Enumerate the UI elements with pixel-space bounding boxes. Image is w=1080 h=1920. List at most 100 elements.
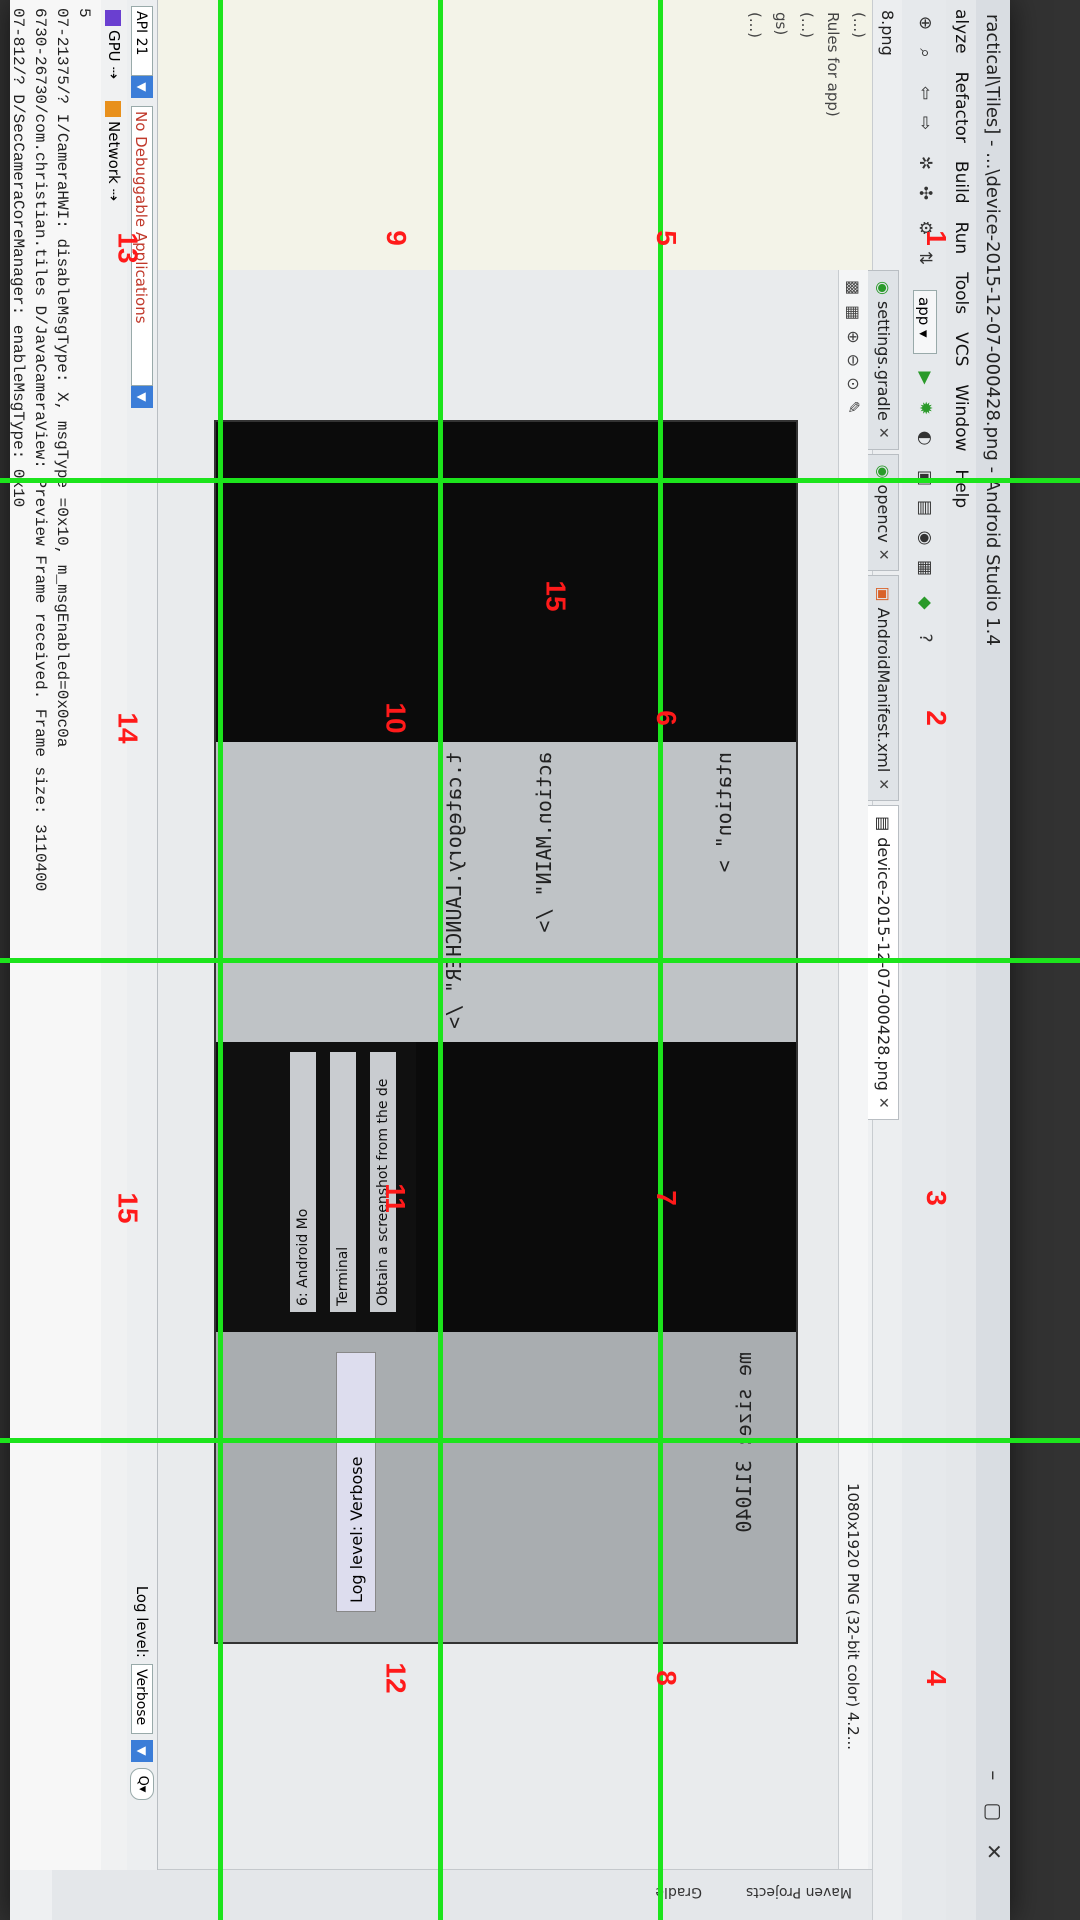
image-info: 1080x1920 PNG (32-bit color) 4.2... bbox=[844, 1482, 863, 1750]
monitor-tab-label: GPU bbox=[105, 30, 123, 62]
task-button: Terminal bbox=[330, 1052, 356, 1312]
run-icon[interactable]: ▶ bbox=[912, 365, 938, 391]
grid-label: 8 bbox=[650, 1670, 682, 1686]
close-icon[interactable]: ✕ bbox=[868, 427, 898, 439]
chevron-down-icon[interactable]: ▼ bbox=[131, 386, 153, 408]
grid-label: 7 bbox=[650, 1190, 682, 1206]
maven-projects-tab[interactable]: Maven Projects bbox=[746, 1884, 852, 1900]
android-monitor-panel: API 21 ▼ No Debuggable Applications ▼ Lo… bbox=[10, 0, 158, 1870]
project-tree-item[interactable]: (...) bbox=[794, 0, 820, 270]
close-icon[interactable]: ✕ bbox=[868, 549, 898, 561]
search-icon[interactable]: Q▾ bbox=[130, 1768, 154, 1800]
grid-label: 13 bbox=[112, 232, 144, 264]
monitor-tab-label: Network bbox=[105, 121, 123, 184]
zoom-in-icon[interactable]: ⊕ bbox=[844, 330, 863, 343]
menu-refactor[interactable]: Refactor bbox=[951, 72, 971, 143]
move-icon[interactable]: ✣ bbox=[912, 180, 938, 206]
close-icon[interactable]: ✕ bbox=[868, 1097, 898, 1109]
tab-opencv[interactable]: ◉ opencv ✕ bbox=[868, 453, 899, 572]
gradle-icon: ◉ bbox=[874, 281, 893, 295]
grid-label: 12 bbox=[380, 1662, 412, 1694]
zoom-in-icon[interactable]: ⊕ bbox=[912, 10, 938, 36]
project-panel: (...) Rules for app) (...) gs) (...) bbox=[52, 0, 872, 271]
tab-android-manifest[interactable]: ▣ AndroidManifest.xml ✕ bbox=[868, 575, 899, 802]
menu-tools[interactable]: Tools bbox=[951, 272, 971, 314]
image-toolbar: ▩ ▦ ⊕ ⊖ ⊙ ✎ 1080x1920 PNG (32-bit color)… bbox=[838, 270, 868, 1920]
avd-manager-icon[interactable]: ▤ bbox=[912, 495, 938, 521]
code-line: ntation" > bbox=[712, 752, 736, 873]
chevron-down-icon[interactable]: ▼ bbox=[131, 1740, 153, 1762]
logcat-region bbox=[216, 1332, 796, 1642]
network-icon bbox=[105, 101, 122, 117]
image-file-icon: ▤ bbox=[874, 816, 893, 832]
menu-build[interactable]: Build bbox=[951, 161, 971, 204]
gradle-icon: ◉ bbox=[874, 464, 893, 479]
menu-window[interactable]: Window bbox=[951, 384, 971, 451]
menu-analyze[interactable]: alyze bbox=[951, 9, 971, 54]
help-icon[interactable]: ? bbox=[912, 625, 938, 651]
project-tree-item[interactable]: gs) bbox=[768, 0, 794, 270]
tab-label: opencv bbox=[874, 484, 893, 543]
window-title: ractical\Tiles] - ...\device-2015-12-07-… bbox=[982, 14, 1003, 646]
grid-label: 1 bbox=[920, 230, 952, 246]
debug-icon[interactable]: ✹ bbox=[912, 395, 938, 421]
grid-label: 10 bbox=[380, 702, 412, 734]
grid-label: 6 bbox=[650, 710, 682, 726]
grid-toggle-icon[interactable]: ▦ bbox=[844, 305, 863, 320]
task-button: Obtain a screenshot from the de bbox=[370, 1052, 396, 1312]
monitor-tab-network[interactable]: Network ⇢ bbox=[105, 101, 123, 201]
background-toggle-icon[interactable]: ▩ bbox=[844, 280, 863, 295]
photo-log-level-label: Log level: bbox=[347, 1525, 366, 1603]
color-picker-icon[interactable]: ✎ bbox=[844, 400, 863, 413]
grid-label: 2 bbox=[920, 710, 952, 726]
grid-label: 3 bbox=[920, 1190, 952, 1206]
gpu-icon bbox=[105, 10, 122, 26]
code-region bbox=[216, 742, 796, 1042]
monitor-tab-gpu[interactable]: GPU ⇢ bbox=[105, 10, 123, 79]
make-icon[interactable]: ⇅ bbox=[912, 245, 938, 271]
devices-bar: API 21 ▼ No Debuggable Applications ▼ Lo… bbox=[127, 0, 157, 1870]
chevron-down-icon[interactable]: ▼ bbox=[131, 76, 153, 98]
device-monitor-icon[interactable]: ◉ bbox=[912, 525, 938, 551]
grid-line-horizontal bbox=[0, 1438, 1080, 1443]
grid-line-horizontal bbox=[0, 478, 1080, 483]
tab-label: AndroidManifest.xml bbox=[874, 607, 893, 773]
minimize-button[interactable]: – bbox=[982, 1770, 1006, 1780]
grid-label: 9 bbox=[380, 230, 412, 246]
menu-run[interactable]: Run bbox=[951, 222, 971, 255]
run-config-select[interactable]: app ▾ bbox=[913, 290, 937, 354]
log-level-select[interactable]: Verbose bbox=[131, 1664, 153, 1734]
project-tree-item[interactable]: (...) bbox=[742, 0, 768, 270]
find-icon[interactable]: ⌕ bbox=[912, 40, 938, 66]
xml-file-icon: ▣ bbox=[874, 586, 893, 602]
project-tree-item[interactable]: Rules for app) bbox=[820, 0, 846, 270]
logcat-output: 5 07-21375/? I/CameraHWI: disableMsgType… bbox=[10, 8, 95, 891]
code-line: t.category.LAUNCHER" /> bbox=[442, 752, 466, 1029]
forward-icon[interactable]: ⇨ bbox=[912, 110, 938, 136]
task-button: 6: Android Mo bbox=[290, 1052, 316, 1312]
monitor-tabs: GPU ⇢ Network ⇢ bbox=[101, 0, 127, 1870]
grid-label: 14 bbox=[112, 712, 144, 744]
settings-icon[interactable]: ✲ bbox=[912, 150, 938, 176]
project-tree-item[interactable]: (...) bbox=[846, 0, 872, 270]
menu-help[interactable]: Help bbox=[951, 469, 971, 508]
tab-settings-gradle[interactable]: ◉ settings.gradle ✕ bbox=[868, 270, 899, 450]
log-line: 5 bbox=[75, 8, 93, 18]
close-button[interactable]: ✕ bbox=[982, 1843, 1006, 1860]
menu-vcs[interactable]: VCS bbox=[951, 332, 971, 366]
close-icon[interactable]: ✕ bbox=[868, 778, 898, 790]
android-icon[interactable]: ◆ bbox=[912, 590, 938, 616]
log-line: 07-812/? D/SecCameraCoreManager: enableM… bbox=[10, 8, 27, 508]
maximize-button[interactable]: ▢ bbox=[982, 1802, 1006, 1821]
profile-icon[interactable]: ◐ bbox=[912, 425, 938, 451]
device-select[interactable]: API 21 bbox=[131, 6, 153, 76]
code-line: action.MAIN" /> bbox=[532, 752, 556, 933]
zoom-out-icon[interactable]: ⊖ bbox=[844, 354, 863, 367]
grid-label: 4 bbox=[920, 1670, 952, 1686]
structure-icon[interactable]: ▦ bbox=[912, 555, 938, 581]
run-config-label: app bbox=[915, 297, 933, 326]
back-icon[interactable]: ⇦ bbox=[912, 80, 938, 106]
grid-label: 15 bbox=[112, 1192, 144, 1224]
actual-size-icon[interactable]: ⊙ bbox=[844, 377, 863, 390]
log-level-label: Log level: bbox=[133, 1585, 151, 1658]
